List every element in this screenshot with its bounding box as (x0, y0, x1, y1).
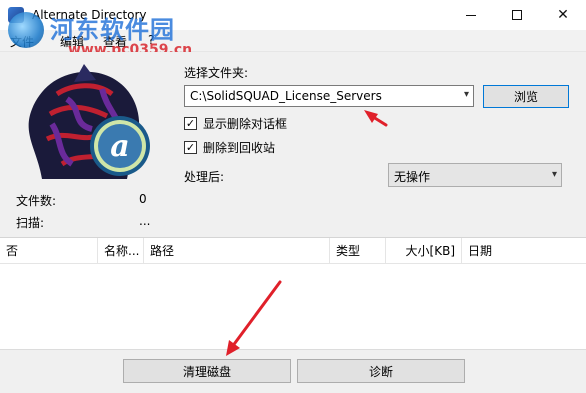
close-icon: ✕ (557, 7, 569, 23)
folder-path-value: C:\SolidSQUAD_License_Servers (190, 89, 382, 103)
maximize-icon (512, 10, 522, 20)
delete-to-recycle-option[interactable]: ✓ 删除到回收站 (184, 139, 275, 155)
column-header-date[interactable]: 日期 (462, 238, 586, 264)
bottom-bar: 清理磁盘 诊断 (0, 349, 586, 393)
delete-to-recycle-label: 删除到回收站 (203, 140, 276, 155)
menu-item-file[interactable]: 文件 (10, 33, 34, 50)
show-delete-dialog-label: 显示删除对话框 (203, 116, 288, 131)
title-bar: Alternate Directory ✕ (0, 0, 586, 30)
scan-label: 扫描: (16, 216, 45, 230)
close-button[interactable]: ✕ (540, 0, 586, 30)
column-header-path[interactable]: 路径 (144, 238, 330, 264)
delete-to-recycle-checkbox[interactable]: ✓ (184, 140, 197, 154)
column-header-size[interactable]: 大小[KB] (386, 238, 462, 264)
menu-bar: 文件 编辑 查看 ? (0, 30, 586, 52)
maximize-button[interactable] (494, 0, 540, 30)
column-header-name[interactable]: 名称... (98, 238, 144, 264)
after-process-label: 处理后: (184, 170, 225, 184)
diagnose-button[interactable]: 诊断 (297, 359, 465, 383)
file-count-label: 文件数: (16, 194, 57, 208)
show-delete-dialog-checkbox[interactable]: ✓ (184, 116, 197, 130)
column-header-index[interactable]: 否 (0, 238, 98, 264)
browse-button-label: 浏览 (513, 90, 538, 104)
checkmark-icon: ✓ (185, 116, 196, 130)
window-title: Alternate Directory (32, 8, 147, 22)
menu-item-view[interactable]: 查看 (103, 33, 127, 50)
folder-path-combobox[interactable]: C:\SolidSQUAD_License_Servers ▾ (184, 85, 474, 107)
folder-label: 选择文件夹: (184, 66, 249, 80)
menu-item-edit[interactable]: 编辑 (60, 33, 84, 50)
chevron-down-icon[interactable]: ▾ (464, 89, 469, 100)
column-header-type[interactable]: 类型 (330, 238, 386, 264)
checkmark-icon: ✓ (185, 140, 196, 154)
app-icon (8, 7, 24, 23)
chevron-down-icon[interactable]: ▾ (552, 169, 557, 180)
svg-text:a: a (110, 129, 129, 164)
scan-value: ... (139, 214, 151, 228)
app-logo-icon: a (12, 54, 162, 184)
clean-disk-button-label: 清理磁盘 (182, 364, 231, 379)
list-header: 否 名称... 路径 类型 大小[KB] 日期 (0, 238, 586, 264)
clean-disk-button[interactable]: 清理磁盘 (123, 359, 291, 383)
results-list[interactable]: 否 名称... 路径 类型 大小[KB] 日期 (0, 237, 586, 349)
diagnose-button-label: 诊断 (368, 364, 393, 379)
minimize-icon (466, 14, 476, 16)
after-process-dropdown[interactable]: 无操作 ▾ (388, 163, 562, 187)
browse-button[interactable]: 浏览 (483, 85, 569, 108)
show-delete-dialog-option[interactable]: ✓ 显示删除对话框 (184, 115, 287, 131)
main-panel: a 文件数: 0 扫描: ... 选择文件夹: C:\SolidSQUAD_Li… (0, 52, 586, 237)
file-count-value: 0 (139, 192, 147, 206)
minimize-button[interactable] (448, 0, 494, 30)
after-process-value: 无操作 (394, 170, 431, 184)
menu-item-help[interactable]: ? (148, 33, 154, 47)
app-logo: a (12, 54, 162, 184)
